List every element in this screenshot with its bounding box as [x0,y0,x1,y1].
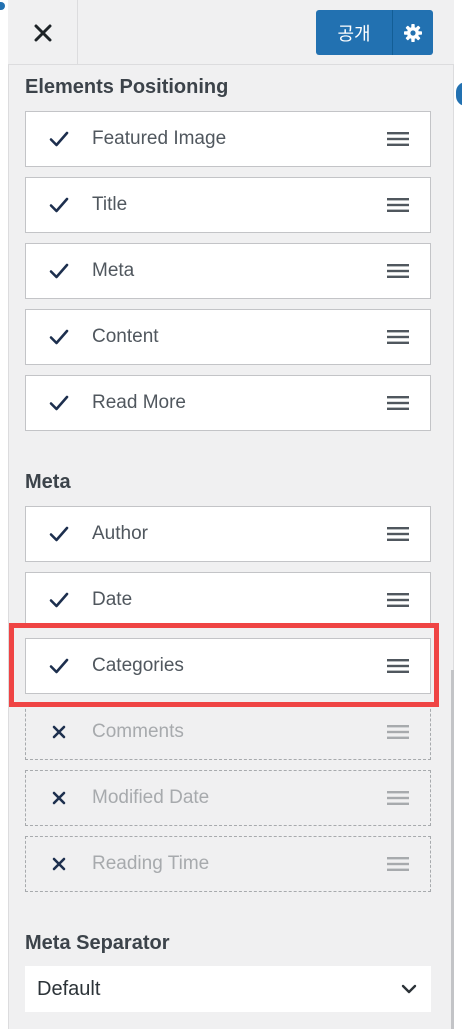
checkmark-icon[interactable] [26,197,92,213]
checkmark-icon[interactable] [26,131,92,147]
element-item-label: Comments [92,721,184,742]
drag-handle-icon[interactable] [366,592,430,608]
drag-handle-icon[interactable] [366,263,430,279]
publish-group: 공개 [316,10,433,55]
element-item-meta[interactable]: Meta [25,243,431,299]
element-item-label: Read More [92,392,186,413]
element-item-modified-date[interactable]: Modified Date [25,770,431,826]
close-icon[interactable] [26,857,92,871]
section-title-meta: Meta [25,471,71,493]
drag-handle-icon[interactable] [366,724,430,740]
element-item-title[interactable]: Title [25,177,431,233]
element-item-comments[interactable]: Comments [25,704,431,760]
close-button[interactable] [8,0,78,65]
select-value: Default [37,977,101,1000]
element-item-label: Reading Time [92,853,210,874]
close-icon[interactable] [26,791,92,805]
element-item-label: Content [92,326,159,347]
close-icon[interactable] [26,725,92,739]
drag-handle-icon[interactable] [366,329,430,345]
drag-handle-icon[interactable] [366,197,430,213]
drag-handle-icon[interactable] [366,131,430,147]
gear-icon [404,23,422,42]
drag-handle-icon[interactable] [366,526,430,542]
meta-separator-select[interactable]: Default [25,966,431,1012]
checkmark-icon[interactable] [26,526,92,542]
element-item-date[interactable]: Date [25,572,431,628]
publish-button[interactable]: 공개 [316,10,393,55]
element-item-label: Meta [92,260,135,281]
element-item-label: Modified Date [92,787,210,808]
right-background [454,0,462,1029]
scrollbar[interactable] [451,670,454,1029]
checkmark-icon[interactable] [26,395,92,411]
element-item-label: Author [92,523,148,544]
background-edge [0,2,5,10]
drag-handle-icon[interactable] [366,395,430,411]
element-item-read-more[interactable]: Read More [25,375,431,431]
drag-handle-icon[interactable] [366,856,430,872]
chevron-down-icon [387,984,431,994]
drag-handle-icon[interactable] [366,790,430,806]
element-item-label: Date [92,589,133,610]
section-title-meta-separator: Meta Separator [25,932,170,954]
checkmark-icon[interactable] [26,329,92,345]
publish-settings-button[interactable] [393,10,433,55]
panel-header: 공개 [8,0,454,65]
close-icon [34,24,51,41]
highlight-box [9,623,439,707]
checkmark-icon[interactable] [26,592,92,608]
left-background [0,0,8,1029]
element-item-content[interactable]: Content [25,309,431,365]
element-item-label: Featured Image [92,128,227,149]
section-title-elements-positioning: Elements Positioning [25,76,229,98]
element-item-author[interactable]: Author [25,506,431,562]
element-item-label: Title [92,194,128,215]
checkmark-icon[interactable] [26,263,92,279]
element-item-reading-time[interactable]: Reading Time [25,836,431,892]
element-item-featured-image[interactable]: Featured Image [25,111,431,167]
